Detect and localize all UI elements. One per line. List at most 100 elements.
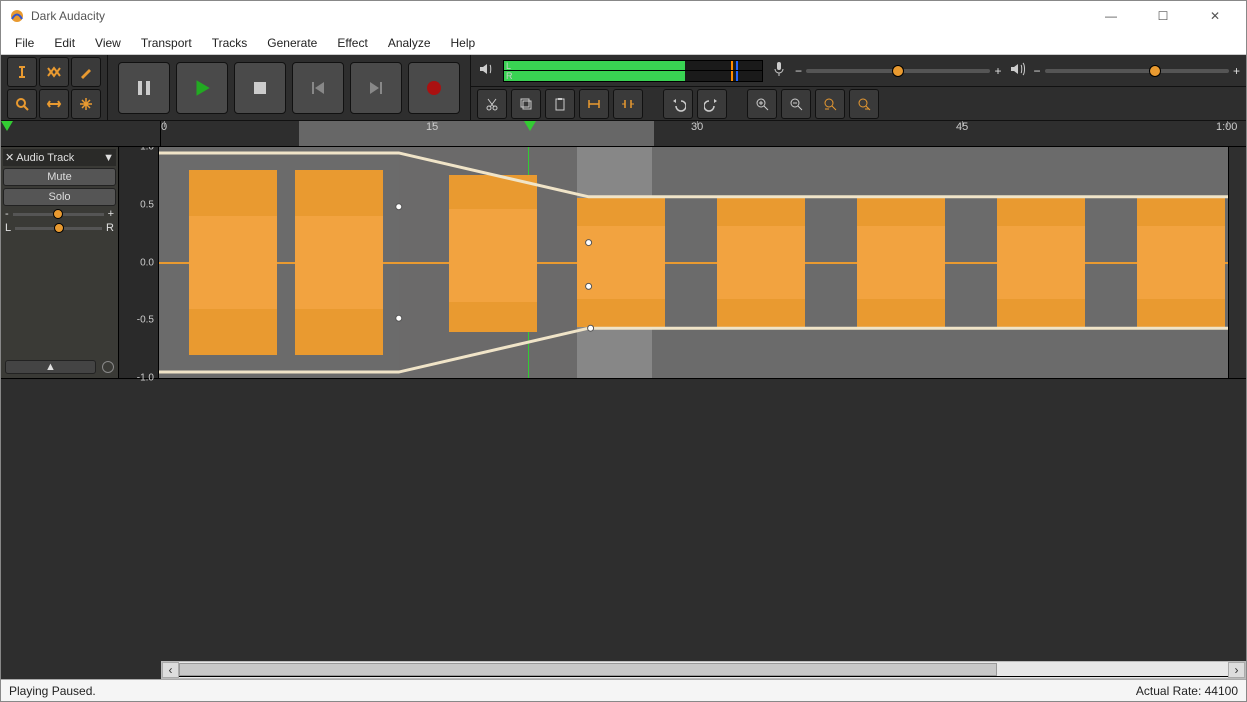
empty-track-space[interactable]	[1, 379, 1246, 661]
audio-block[interactable]	[189, 170, 277, 355]
maximize-button[interactable]: ☐	[1140, 1, 1186, 31]
vruler-label: 1.0	[140, 147, 154, 153]
play-button[interactable]	[176, 62, 228, 114]
audio-block[interactable]	[997, 198, 1085, 327]
selection-range[interactable]	[299, 121, 654, 146]
audio-block[interactable]	[295, 170, 383, 355]
collapse-icon: ▲	[45, 361, 56, 373]
draw-tool[interactable]	[71, 57, 101, 87]
ruler-tick: 1:00	[1216, 121, 1237, 133]
track-close-button[interactable]: ✕	[5, 151, 14, 164]
menu-view[interactable]: View	[85, 33, 131, 53]
audio-block[interactable]	[577, 198, 665, 327]
playback-speaker2-icon	[1008, 59, 1028, 82]
sync-lock-icon[interactable]	[102, 361, 114, 373]
skip-end-button[interactable]	[350, 62, 402, 114]
minimize-icon: —	[1105, 9, 1117, 23]
plus-icon: +	[1233, 64, 1240, 78]
close-icon: ✕	[1210, 9, 1220, 23]
record-volume-slider[interactable]: − +	[795, 64, 1002, 78]
trim-button[interactable]	[579, 89, 609, 119]
ruler-tick: 45	[956, 121, 968, 133]
scroll-left-button[interactable]: ‹	[162, 662, 179, 678]
undo-button[interactable]	[663, 89, 693, 119]
menu-analyze[interactable]: Analyze	[378, 33, 441, 53]
envelope-tool[interactable]	[39, 57, 69, 87]
menu-file[interactable]: File	[5, 33, 44, 53]
titlebar: Dark Audacity — ☐ ✕	[1, 1, 1246, 31]
vertical-scrollbar[interactable]	[1228, 147, 1246, 378]
stop-button[interactable]	[234, 62, 286, 114]
cut-button[interactable]	[477, 89, 507, 119]
menu-generate[interactable]: Generate	[257, 33, 327, 53]
hscroll-row: ‹ ›	[1, 661, 1246, 679]
app-icon	[9, 8, 25, 24]
meters-edit-block: L R − + − +	[471, 55, 1246, 120]
playback-meter[interactable]: L R	[503, 60, 763, 82]
redo-button[interactable]	[697, 89, 727, 119]
multi-tool[interactable]	[71, 89, 101, 119]
transport-toolbar	[108, 55, 471, 120]
copy-button[interactable]	[511, 89, 541, 119]
minus-icon: −	[795, 64, 802, 78]
record-button[interactable]	[408, 62, 460, 114]
ruler-tick: 30	[691, 121, 703, 133]
pan-left: L	[5, 222, 11, 234]
pause-button[interactable]	[118, 62, 170, 114]
silence-button[interactable]	[613, 89, 643, 119]
paste-button[interactable]	[545, 89, 575, 119]
window-title: Dark Audacity	[31, 9, 105, 23]
pan-slider[interactable]: L R	[3, 222, 116, 234]
statusbar: Playing Paused. Actual Rate: 44100	[1, 679, 1246, 701]
zoom-out-button[interactable]	[781, 89, 811, 119]
vruler-label: 0.5	[140, 199, 154, 210]
timeshift-tool[interactable]	[39, 89, 69, 119]
record-mic-icon	[769, 59, 789, 82]
gain-plus: +	[108, 208, 114, 220]
pan-right: R	[106, 222, 114, 234]
scroll-right-button[interactable]: ›	[1228, 662, 1245, 678]
tracks-area: ✕ Audio Track ▼ Mute Solo - + L R ▲ 1.00	[1, 147, 1246, 661]
mute-button[interactable]: Mute	[3, 168, 116, 186]
waveform-display[interactable]	[159, 147, 1228, 378]
menu-tracks[interactable]: Tracks	[202, 33, 258, 53]
minimize-button[interactable]: —	[1088, 1, 1134, 31]
toolbar-area: L R − + − +	[1, 55, 1246, 121]
zoom-in-button[interactable]	[747, 89, 777, 119]
selection-tool[interactable]	[7, 57, 37, 87]
horizontal-scrollbar[interactable]: ‹ ›	[161, 661, 1246, 679]
audio-track: ✕ Audio Track ▼ Mute Solo - + L R ▲ 1.00	[1, 147, 1246, 379]
audio-block[interactable]	[1137, 198, 1225, 327]
plus-icon: +	[994, 64, 1001, 78]
tools-toolbar	[1, 55, 108, 120]
gain-slider[interactable]: - +	[3, 208, 116, 220]
track-dropdown-icon[interactable]: ▼	[103, 152, 114, 164]
minus-icon: −	[1034, 64, 1041, 78]
playback-volume-slider[interactable]: − +	[1034, 64, 1241, 78]
playback-speaker-icon	[477, 59, 497, 82]
track-name[interactable]: Audio Track	[16, 152, 101, 164]
timeline-ruler[interactable]: 0 15 30 45 1:00	[1, 121, 1246, 147]
menu-help[interactable]: Help	[441, 33, 486, 53]
vertical-ruler[interactable]: 1.00.50.0-0.5-1.0	[119, 147, 159, 378]
ruler-tick: 0	[161, 121, 167, 133]
audio-block[interactable]	[449, 175, 537, 332]
audio-block[interactable]	[717, 198, 805, 327]
pin-marker-icon[interactable]	[1, 121, 13, 131]
skip-start-button[interactable]	[292, 62, 344, 114]
menu-transport[interactable]: Transport	[131, 33, 202, 53]
zoom-tool[interactable]	[7, 89, 37, 119]
audio-block[interactable]	[857, 198, 945, 327]
ruler-tick: 15	[426, 121, 438, 133]
menu-effect[interactable]: Effect	[327, 33, 377, 53]
fit-selection-button[interactable]	[815, 89, 845, 119]
solo-button[interactable]: Solo	[3, 188, 116, 206]
close-button[interactable]: ✕	[1192, 1, 1238, 31]
vruler-label: 0.0	[140, 257, 154, 268]
scroll-thumb[interactable]	[179, 663, 997, 676]
fit-project-button[interactable]	[849, 89, 879, 119]
playhead-marker-icon[interactable]	[524, 121, 536, 131]
menu-edit[interactable]: Edit	[44, 33, 85, 53]
collapse-button[interactable]: ▲	[5, 360, 96, 374]
track-control-panel: ✕ Audio Track ▼ Mute Solo - + L R ▲	[1, 147, 119, 378]
